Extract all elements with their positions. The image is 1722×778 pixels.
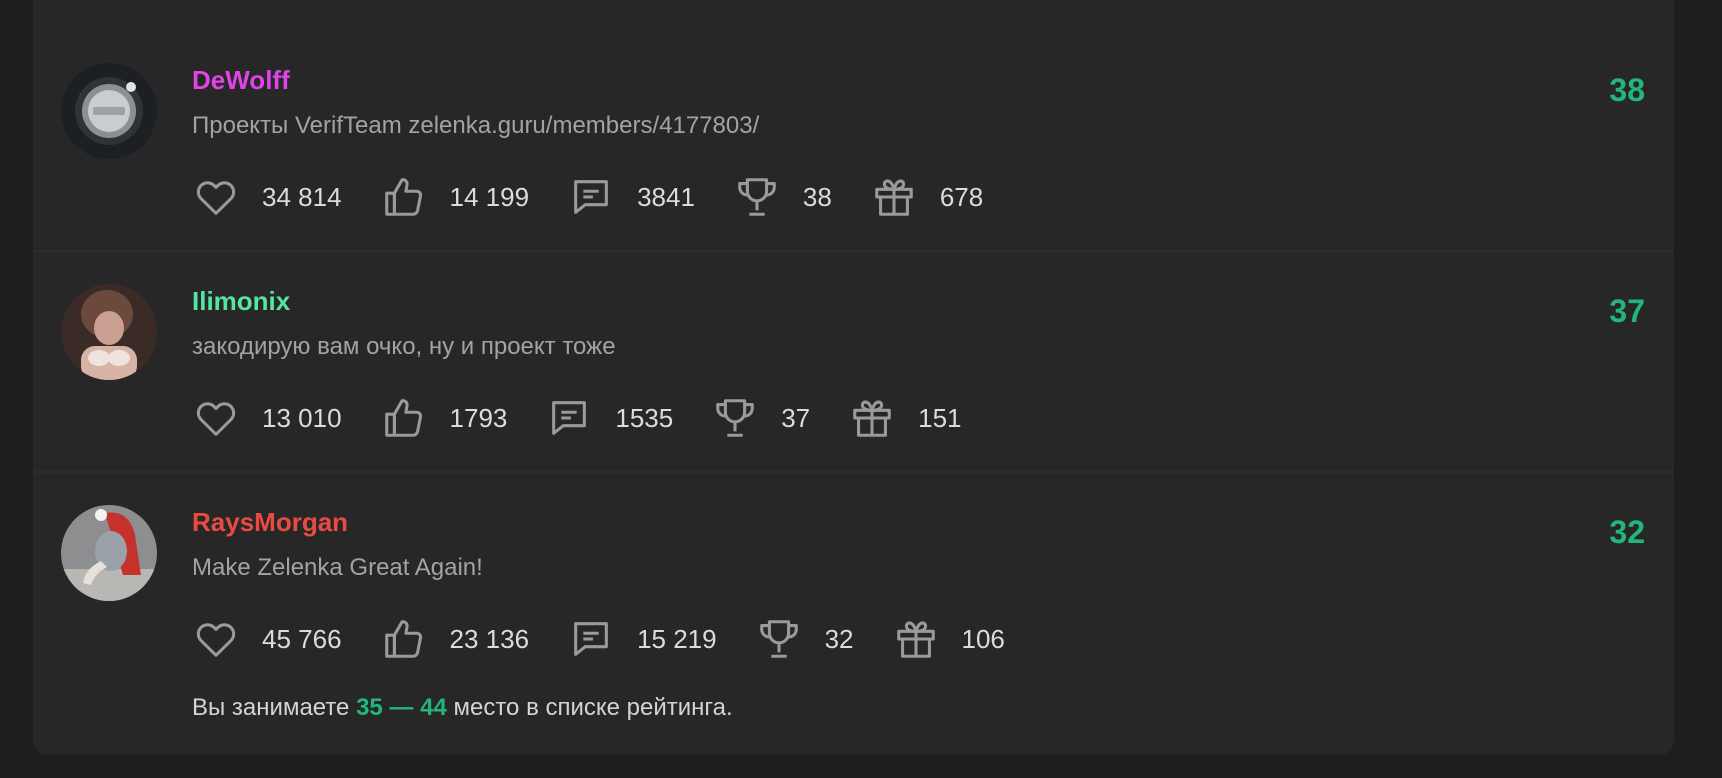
stat-trophies: 37 — [711, 394, 810, 442]
heart-icon — [192, 394, 240, 442]
likes-count: 13 010 — [262, 403, 342, 433]
user-stats: 13 010 1793 1535 37 151 — [192, 393, 1000, 443]
trophy-icon — [755, 615, 803, 663]
stat-trophies: 32 — [755, 615, 854, 663]
messages-count: 15 219 — [637, 624, 717, 654]
likes-count: 45 766 — [262, 624, 342, 654]
stat-messages: 15 219 — [567, 615, 717, 663]
likes-count: 34 814 — [262, 182, 342, 212]
avatar[interactable] — [61, 505, 157, 601]
user-status: Проекты VerifTeam zelenka.guru/members/4… — [192, 112, 760, 139]
user-status: закодирую вам очко, ну и проект тоже — [192, 333, 616, 360]
user-stats: 34 814 14 199 3841 38 678 — [192, 172, 1021, 222]
message-icon — [567, 615, 615, 663]
heart-icon — [192, 173, 240, 221]
user-stats: 45 766 23 136 15 219 32 106 — [192, 614, 1043, 664]
stat-sympathies: 23 136 — [380, 615, 530, 663]
message-icon — [567, 173, 615, 221]
username[interactable]: RaysMorgan — [192, 505, 348, 539]
avatar[interactable] — [61, 63, 157, 159]
thumbs-up-icon — [380, 394, 428, 442]
stat-gifts: 151 — [848, 394, 962, 442]
gift-icon — [870, 173, 918, 221]
thumbs-up-icon — [380, 615, 428, 663]
messages-count: 1535 — [615, 403, 674, 433]
rank-value: 37 — [1609, 293, 1645, 329]
heart-icon — [192, 615, 240, 663]
username[interactable]: DeWolff — [192, 63, 290, 97]
sympathies-count: 14 199 — [449, 182, 530, 212]
rank-value: 32 — [1609, 514, 1645, 550]
stat-likes: 13 010 — [192, 394, 342, 442]
trophies-count: 32 — [824, 624, 854, 654]
gift-icon — [848, 394, 896, 442]
stat-messages: 3841 — [567, 173, 695, 221]
stat-likes: 45 766 — [192, 615, 342, 663]
stat-gifts: 106 — [892, 615, 1005, 663]
sympathies-count: 1793 — [449, 403, 508, 433]
sympathies-count: 23 136 — [449, 624, 530, 654]
thumbs-up-icon — [380, 173, 428, 221]
stat-sympathies: 14 199 — [380, 173, 530, 221]
avatar[interactable] — [61, 284, 157, 380]
rating-range: 35 — 44 — [356, 694, 447, 721]
stat-trophies: 38 — [733, 173, 832, 221]
trophies-count: 38 — [802, 182, 832, 212]
gifts-count: 106 — [961, 624, 1005, 654]
stat-messages: 1535 — [545, 394, 673, 442]
gifts-count: 678 — [939, 182, 984, 212]
rank-value: 38 — [1609, 72, 1645, 108]
rating-row: Ilimonix закодирую вам очко, ну и проект… — [33, 251, 1674, 471]
rating-position-text: Вы занимаете 35 — 44 место в списке рейт… — [192, 692, 733, 724]
rating-row: DeWolff Проекты VerifTeam zelenka.guru/m… — [33, 30, 1674, 250]
rating-row: RaysMorgan Make Zelenka Great Again! 32 … — [33, 472, 1674, 692]
trophy-icon — [711, 394, 759, 442]
stat-sympathies: 1793 — [380, 394, 508, 442]
gift-icon — [892, 615, 940, 663]
footer-suffix: место в списке рейтинга. — [453, 694, 733, 721]
username[interactable]: Ilimonix — [192, 284, 290, 318]
user-status: Make Zelenka Great Again! — [192, 554, 483, 581]
footer-prefix: Вы занимаете — [192, 694, 350, 721]
stat-gifts: 678 — [870, 173, 983, 221]
messages-count: 3841 — [637, 182, 695, 212]
trophy-icon — [733, 173, 781, 221]
gifts-count: 151 — [918, 403, 962, 433]
trophies-count: 37 — [781, 403, 811, 433]
message-icon — [545, 394, 593, 442]
stat-likes: 34 814 — [192, 173, 342, 221]
